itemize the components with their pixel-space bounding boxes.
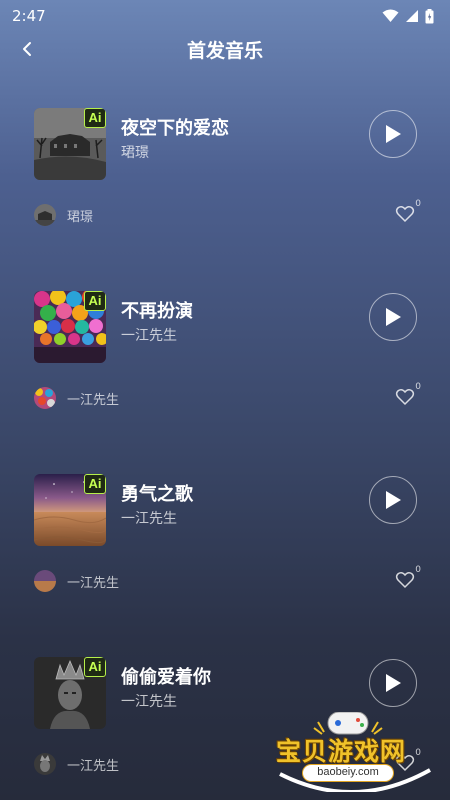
play-button[interactable] <box>369 293 417 341</box>
ai-badge: Ai <box>84 108 106 128</box>
wifi-icon <box>382 9 399 22</box>
ai-badge: Ai <box>84 657 106 677</box>
heart-icon <box>395 389 415 406</box>
signal-icon <box>406 10 418 22</box>
play-icon <box>386 491 401 509</box>
page-title: 首发音乐 <box>186 40 263 62</box>
song-cover[interactable]: Ai <box>34 657 106 729</box>
play-icon <box>386 308 401 326</box>
song-title[interactable]: 偷偷爱着你 <box>121 663 211 689</box>
song-cover[interactable]: Ai <box>34 108 106 180</box>
avatar[interactable] <box>34 204 56 226</box>
author-row: 一江先生 0 <box>34 565 421 592</box>
author-name[interactable]: 一江先生 <box>67 389 119 408</box>
song-title[interactable]: 勇气之歌 <box>121 480 193 506</box>
battery-icon <box>425 8 434 23</box>
heart-icon <box>395 206 415 223</box>
song-list: Ai 夜空下的爱恋 珺璟 珺璟 0 Ai 不再扮演 一江先生 一江先生 0 Ai… <box>0 108 450 800</box>
status-bar: 2:47 <box>0 0 450 32</box>
author-row: 珺璟 0 <box>34 199 421 226</box>
watermark-brand: 宝贝游戏网 <box>276 737 407 766</box>
status-icons <box>382 8 434 24</box>
avatar[interactable] <box>34 753 56 775</box>
song-artist: 一江先生 <box>121 511 177 527</box>
play-icon <box>386 674 401 692</box>
play-button[interactable] <box>369 110 417 158</box>
song-card[interactable]: Ai 夜空下的爱恋 珺璟 珺璟 0 <box>0 108 450 291</box>
watermark: 宝贝游戏网 baobeiy.com <box>270 712 440 792</box>
like-button[interactable]: 0 <box>395 382 421 409</box>
play-button[interactable] <box>369 476 417 524</box>
like-count: 0 <box>415 565 421 575</box>
song-cover[interactable]: Ai <box>34 474 106 546</box>
ai-badge: Ai <box>84 474 106 494</box>
song-card[interactable]: Ai 不再扮演 一江先生 一江先生 0 <box>0 291 450 474</box>
like-button[interactable]: 0 <box>395 565 421 592</box>
song-title[interactable]: 不再扮演 <box>121 297 193 323</box>
top-bar: 首发音乐 <box>0 32 450 66</box>
song-artist: 一江先生 <box>121 328 177 344</box>
song-title[interactable]: 夜空下的爱恋 <box>121 114 229 140</box>
ai-badge: Ai <box>84 291 106 311</box>
play-icon <box>386 125 401 143</box>
song-card[interactable]: Ai 勇气之歌 一江先生 一江先生 0 <box>0 474 450 657</box>
status-time: 2:47 <box>12 7 46 25</box>
like-button[interactable]: 0 <box>395 199 421 226</box>
like-count: 0 <box>415 199 421 209</box>
author-name[interactable]: 一江先生 <box>67 755 119 774</box>
author-row: 一江先生 0 <box>34 382 421 409</box>
author-name[interactable]: 一江先生 <box>67 572 119 591</box>
like-count: 0 <box>415 382 421 392</box>
song-cover[interactable]: Ai <box>34 291 106 363</box>
author-name[interactable]: 珺璟 <box>67 206 93 225</box>
avatar[interactable] <box>34 387 56 409</box>
song-artist: 一江先生 <box>121 694 177 710</box>
avatar[interactable] <box>34 570 56 592</box>
watermark-url: baobeiy.com <box>302 764 394 782</box>
play-button[interactable] <box>369 659 417 707</box>
song-artist: 珺璟 <box>121 145 149 161</box>
heart-icon <box>395 572 415 589</box>
